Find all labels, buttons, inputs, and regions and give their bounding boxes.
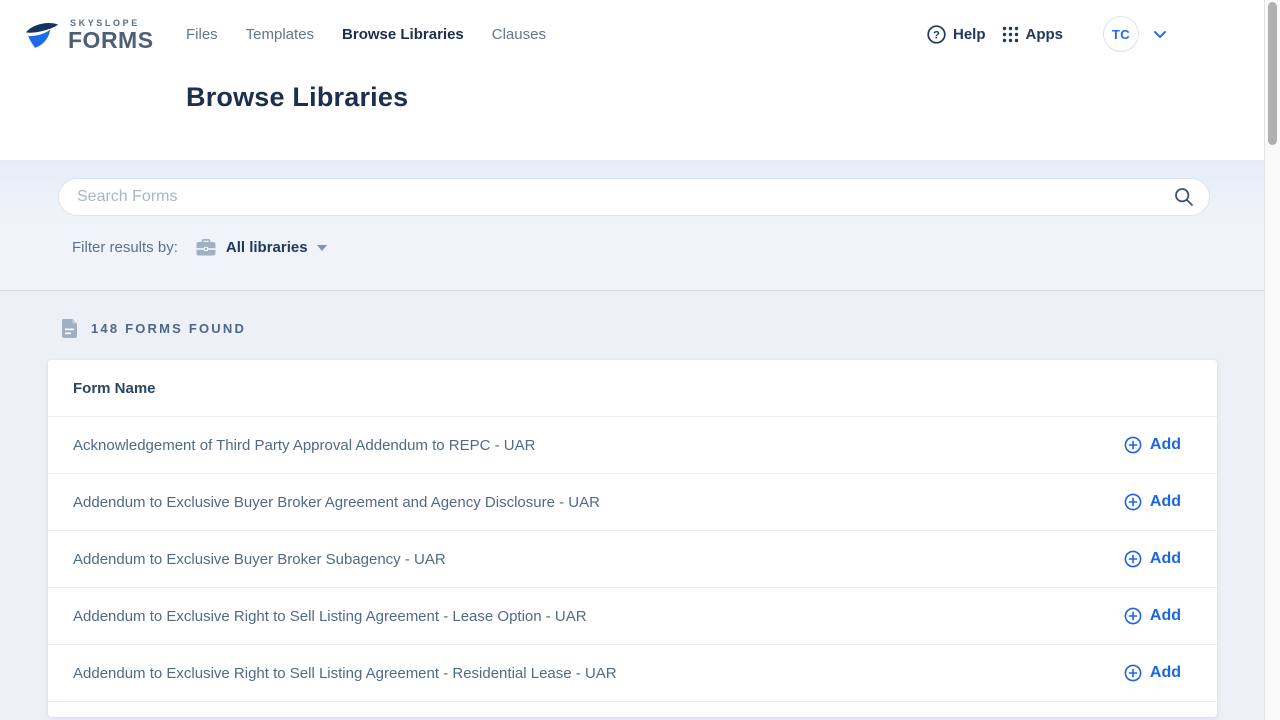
scrollbar[interactable]	[1264, 0, 1280, 720]
header-actions: ? Help Apps TC	[927, 16, 1167, 52]
help-icon: ?	[927, 25, 946, 44]
add-button[interactable]: Add	[1124, 664, 1181, 682]
main-nav: Files Templates Browse Libraries Clauses	[186, 26, 546, 43]
table-row: Addendum to Exclusive Buyer Broker Agree…	[48, 474, 1217, 531]
plus-circle-icon	[1124, 493, 1142, 511]
apps-label: Apps	[1026, 26, 1064, 43]
search-input[interactable]	[58, 178, 1210, 216]
nav-browse-libraries[interactable]: Browse Libraries	[342, 26, 464, 43]
apps-grid-icon	[1002, 26, 1019, 43]
nav-clauses[interactable]: Clauses	[492, 26, 546, 43]
add-button[interactable]: Add	[1124, 550, 1181, 568]
add-button[interactable]: Add	[1124, 607, 1181, 625]
table-row: Addendum to Exclusive Buyer Broker Subag…	[48, 531, 1217, 588]
help-button[interactable]: ? Help	[927, 25, 986, 44]
skyslope-logo-icon	[22, 19, 62, 55]
caret-down-icon[interactable]	[317, 245, 327, 251]
scrollbar-thumb[interactable]	[1268, 2, 1277, 145]
add-button[interactable]: Add	[1124, 493, 1181, 511]
app-window: SKYSLOPE FORMS Files Templates Browse Li…	[0, 0, 1264, 720]
svg-text:?: ?	[933, 29, 940, 41]
plus-circle-icon	[1124, 607, 1142, 625]
form-table-body: Acknowledgement of Third Party Approval …	[48, 417, 1217, 702]
table-row: Addendum to Exclusive Right to Sell List…	[48, 645, 1217, 702]
table-row-partial	[48, 702, 1217, 717]
form-name: Addendum to Exclusive Right to Sell List…	[73, 665, 617, 682]
table-row: Acknowledgement of Third Party Approval …	[48, 417, 1217, 474]
search-section: Filter results by: All libraries	[0, 160, 1264, 290]
filter-row: Filter results by: All libraries	[72, 239, 1210, 256]
form-name: Addendum to Exclusive Right to Sell List…	[73, 608, 587, 625]
column-header-form-name: Form Name	[73, 380, 156, 397]
forms-found-row: 148 FORMS FOUND	[0, 291, 1264, 339]
form-name: Addendum to Exclusive Buyer Broker Agree…	[73, 494, 600, 511]
top-navigation-bar: SKYSLOPE FORMS Files Templates Browse Li…	[0, 0, 1264, 68]
add-button-label: Add	[1150, 607, 1181, 625]
chevron-down-icon	[1153, 30, 1167, 39]
avatar[interactable]: TC	[1103, 16, 1139, 52]
add-button-label: Add	[1150, 493, 1181, 511]
table-header-row: Form Name	[48, 360, 1217, 417]
add-button-label: Add	[1150, 550, 1181, 568]
table-row: Addendum to Exclusive Right to Sell List…	[48, 588, 1217, 645]
nav-templates[interactable]: Templates	[246, 26, 314, 43]
nav-files[interactable]: Files	[186, 26, 218, 43]
search-bar	[58, 178, 1210, 216]
plus-circle-icon	[1124, 550, 1142, 568]
form-name: Acknowledgement of Third Party Approval …	[73, 437, 535, 454]
forms-found-count: 148 FORMS FOUND	[91, 321, 246, 336]
search-icon[interactable]	[1174, 187, 1194, 212]
add-button[interactable]: Add	[1124, 436, 1181, 454]
apps-button[interactable]: Apps	[1002, 26, 1064, 43]
header: SKYSLOPE FORMS Files Templates Browse Li…	[0, 0, 1264, 160]
skyslope-forms-logo[interactable]: SKYSLOPE FORMS	[22, 13, 186, 55]
form-name: Addendum to Exclusive Buyer Broker Subag…	[73, 551, 446, 568]
plus-circle-icon	[1124, 436, 1142, 454]
plus-circle-icon	[1124, 664, 1142, 682]
page-title: Browse Libraries	[186, 82, 1264, 113]
avatar-initials: TC	[1112, 27, 1130, 42]
brand-name-bottom: FORMS	[68, 29, 154, 52]
add-button-label: Add	[1150, 436, 1181, 454]
account-menu-toggle[interactable]	[1153, 30, 1167, 39]
document-icon	[61, 318, 78, 339]
main-content: 148 FORMS FOUND Form Name Acknowledgemen…	[0, 290, 1264, 720]
add-button-label: Add	[1150, 664, 1181, 682]
help-label: Help	[953, 26, 986, 43]
library-filter-dropdown[interactable]: All libraries	[226, 239, 308, 256]
forms-table: Form Name Acknowledgement of Third Party…	[48, 360, 1217, 717]
briefcase-icon	[196, 239, 216, 256]
filter-label: Filter results by:	[72, 239, 178, 256]
